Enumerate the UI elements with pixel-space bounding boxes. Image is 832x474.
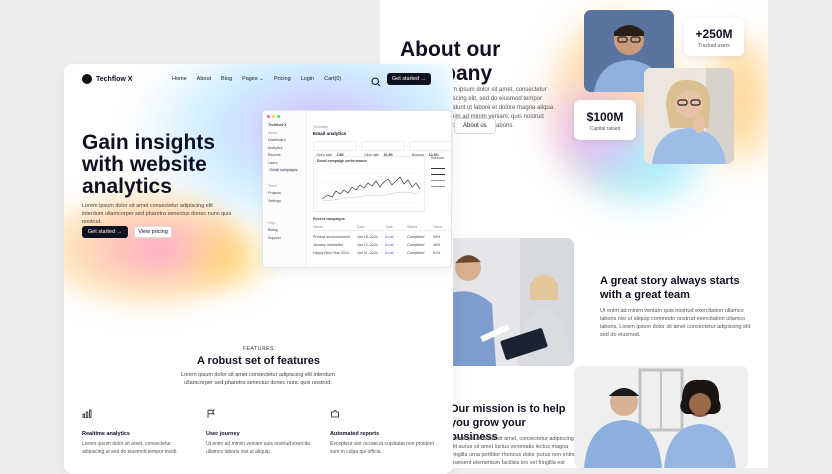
nav-pricing[interactable]: Pricing	[274, 76, 291, 82]
sidebar-item[interactable]: Billing	[268, 228, 281, 232]
nav-login[interactable]: Login	[301, 76, 314, 82]
chart-legend: Sources	[431, 156, 451, 212]
stat-card: +250M Tracked users	[684, 18, 744, 56]
sidebar-item[interactable]: Projects	[268, 191, 281, 195]
hero-text: Lorem ipsum dolor sit amet consectetur a…	[82, 203, 232, 225]
chevron-down-icon: ⌄	[259, 76, 264, 82]
feature-text: Excepteur sint occaecat cupidatat non pr…	[330, 441, 434, 455]
feature-card: User journey Ut enim ad minim veniam qui…	[206, 405, 311, 456]
campaign-table: Recent campaigns Name Date Type Status O…	[313, 217, 451, 255]
top-nav: Techflow X Home About Blog Pages ⌄ Prici…	[64, 64, 453, 94]
mission-text: Lorem ipsum dolor sit amet, consectetur …	[450, 436, 575, 466]
stat-card: $100M Capital raised	[574, 100, 636, 140]
table-header: Name Date Type Status Open	[313, 225, 451, 231]
sidebar-group-label: Help	[268, 221, 276, 225]
bar-chart-icon	[82, 405, 92, 422]
nav-home[interactable]: Home	[172, 76, 187, 82]
nav-about[interactable]: About	[197, 76, 211, 82]
sidebar-item[interactable]: Analytics	[268, 146, 299, 150]
performance-chart: Email campaign performance	[313, 156, 425, 212]
sidebar-group-label: Menu	[268, 131, 277, 135]
features-title: A robust set of features	[196, 355, 321, 367]
home-page: Techflow X Home About Blog Pages ⌄ Prici…	[64, 64, 453, 474]
feature-title: Automated reports	[330, 431, 380, 437]
team-meeting-photo	[440, 238, 574, 366]
feature-title: User journey	[206, 431, 240, 437]
nav-pages[interactable]: Pages ⌄	[242, 76, 264, 82]
table-title: Recent campaigns	[313, 217, 345, 221]
feature-text: Ut enim ad minim veniam quis nostrud exe…	[206, 441, 310, 455]
sidebar-item[interactable]: Support	[268, 236, 281, 240]
nav-blog[interactable]: Blog	[221, 76, 232, 82]
table-row[interactable]: Product announcement Jan 18, 2024 Email …	[313, 235, 451, 239]
feature-text: Lorem ipsum dolor sit amet, consectetur …	[82, 441, 178, 455]
stat-tile: Click rate 16.5K	[361, 141, 405, 157]
dashboard-sidebar: Techflow X Menu Dashboard Analytics Repo…	[263, 111, 307, 267]
feature-card: Automated reports Excepteur sint occaeca…	[330, 405, 435, 456]
legend-title: Sources	[431, 156, 445, 160]
stat-label: Tracked users	[698, 43, 730, 49]
team-photo-duo	[574, 366, 748, 468]
feature-card: Realtime analytics Lorem ipsum dolor sit…	[82, 405, 187, 456]
features-overline: FEATURES	[242, 346, 275, 352]
puzzle-icon	[330, 405, 340, 422]
feature-title: Realtime analytics	[82, 431, 130, 437]
stat-value: $100M	[586, 110, 624, 124]
arrow-right-icon: →	[116, 229, 123, 235]
sidebar-item[interactable]: Reports	[268, 153, 299, 157]
dashboard-brand: Techflow X	[268, 123, 287, 127]
team-photo	[644, 68, 734, 164]
dashboard-preview: Techflow X Menu Dashboard Analytics Repo…	[262, 110, 452, 268]
story-title: A great story always starts with a great…	[600, 275, 740, 301]
flag-icon	[206, 405, 216, 422]
stat-tile: Open rate 2.8K	[313, 141, 357, 157]
sidebar-item[interactable]: Settings	[268, 199, 281, 203]
stat-value: +250M	[695, 27, 733, 41]
sidebar-item-active[interactable]: Email campaigns	[268, 168, 300, 173]
story-text: Ut enim ad minim veniam quis nostrud exe…	[600, 308, 751, 338]
nav-links: Home About Blog Pages ⌄ Pricing Login Ca…	[172, 76, 341, 82]
sidebar-item[interactable]: Dashboard	[268, 138, 299, 142]
table-row[interactable]: January newsletter Jan 12, 2024 Email Co…	[313, 243, 451, 247]
get-started-button[interactable]: Get started →	[387, 73, 431, 85]
stat-tile: Bounce 12.8%	[409, 141, 451, 157]
table-row[interactable]: Happy New Year 2024 Jan 01, 2024 Email C…	[313, 251, 451, 255]
logo-icon	[82, 74, 92, 84]
hero-get-started-button[interactable]: Get started →	[82, 226, 128, 238]
stat-label: Capital raised	[589, 126, 621, 132]
about-us-button[interactable]: About us	[454, 118, 496, 134]
brand-logo[interactable]: Techflow X	[82, 74, 132, 84]
brand-name: Techflow X	[96, 75, 133, 83]
nav-cart[interactable]: Cart(0)	[324, 76, 341, 82]
dashboard-breadcrumb: Overview	[313, 125, 328, 129]
features-text: Lorem ipsum dolor sit amet consectetur a…	[181, 372, 335, 386]
hero-title: Gain insights with website analytics	[82, 131, 216, 198]
sidebar-group-label: Team	[268, 184, 277, 188]
sidebar-item[interactable]: Users	[268, 161, 299, 165]
view-pricing-button[interactable]: View pricing	[134, 226, 172, 238]
search-icon[interactable]	[371, 74, 381, 92]
dashboard-heading: Email analytics	[313, 131, 347, 136]
arrow-right-icon: →	[420, 76, 427, 82]
